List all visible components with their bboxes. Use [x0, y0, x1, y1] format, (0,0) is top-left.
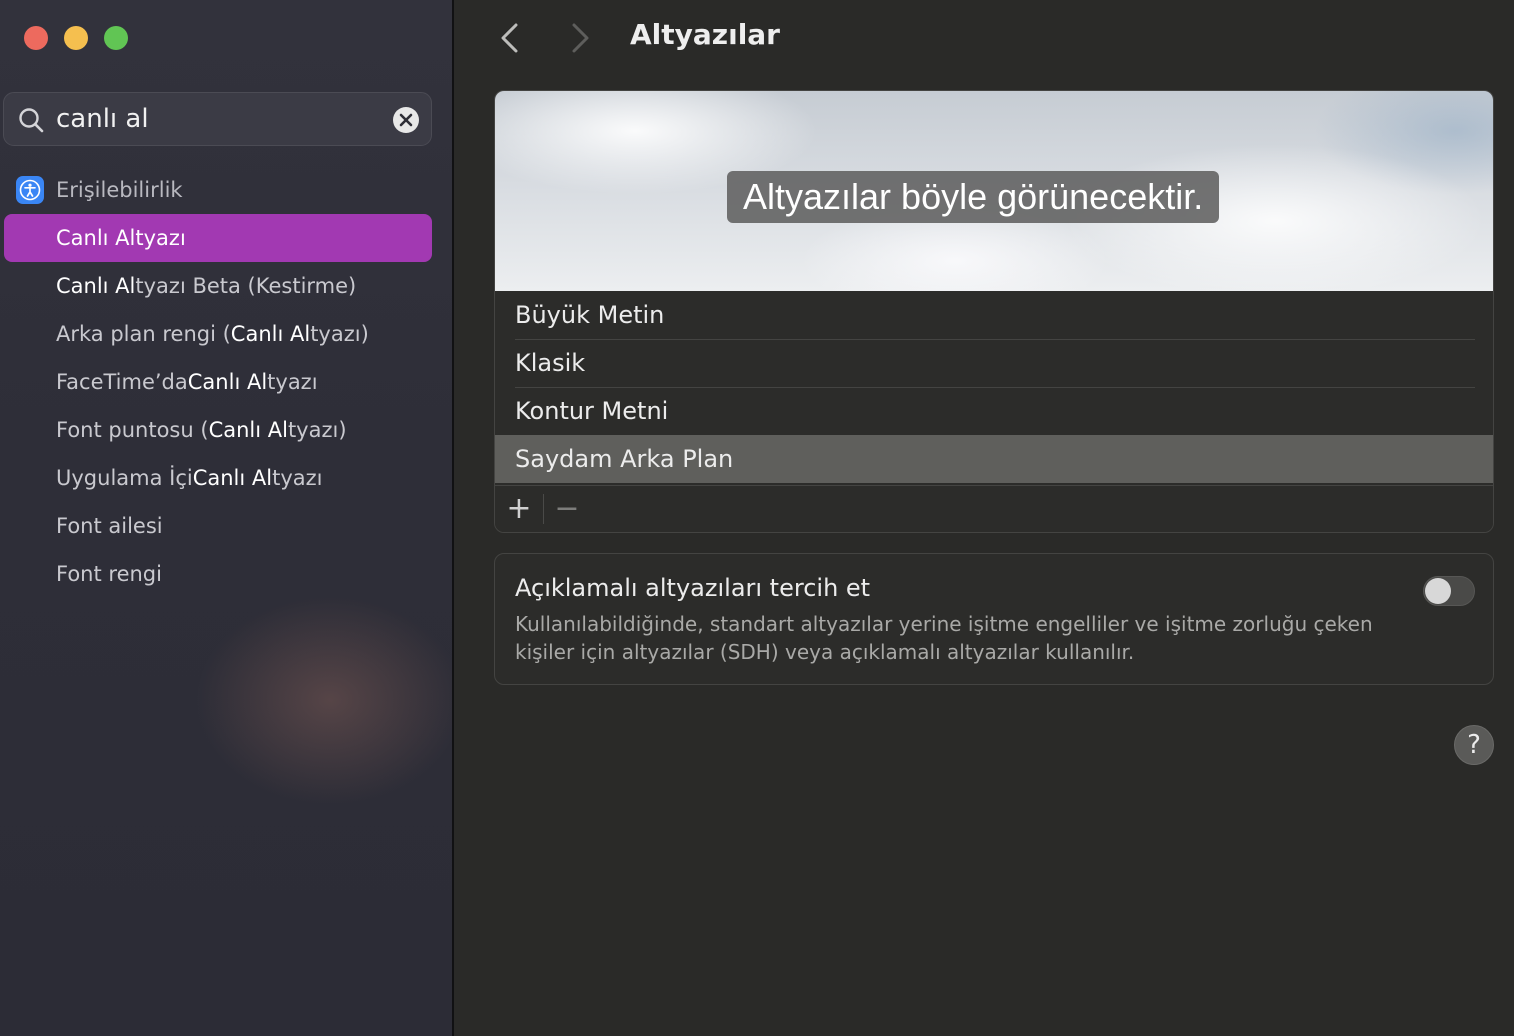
sdh-title: Açıklamalı altyazıları tercih et: [515, 574, 871, 602]
toolbar-separator: [543, 494, 544, 524]
toggle-knob: [1425, 578, 1451, 604]
clear-search-icon[interactable]: [393, 107, 419, 133]
sidebar-item[interactable]: Uygulama İçi Canlı Al tyazı: [4, 454, 432, 502]
sidebar-item[interactable]: Font rengi: [4, 550, 432, 598]
sidebar-item-label-hl: Canlı Al: [192, 466, 273, 490]
sidebar-item[interactable]: FaceTime’da Canlı Al tyazı: [4, 358, 432, 406]
accessibility-icon: [16, 176, 44, 204]
sidebar-item[interactable]: Canlı Al tyazı Beta (Kestirme): [4, 262, 432, 310]
style-row-label: Saydam Arka Plan: [515, 445, 734, 473]
zoom-window-button[interactable]: [104, 26, 128, 50]
close-window-button[interactable]: [24, 26, 48, 50]
minimize-window-button[interactable]: [64, 26, 88, 50]
sidebar: Erişilebilirlik Canlı AltyazıCanlı Altya…: [0, 0, 452, 1036]
search-icon: [18, 107, 44, 133]
sidebar-item-label-pre: Font puntosu (: [56, 418, 209, 442]
style-row[interactable]: Klasik: [495, 339, 1493, 387]
sidebar-item[interactable]: Canlı Al tyazı: [4, 214, 432, 262]
style-row-label: Kontur Metni: [515, 397, 669, 425]
sidebar-item[interactable]: Font puntosu (Canlı Al tyazı): [4, 406, 432, 454]
style-row-label: Klasik: [515, 349, 586, 377]
help-button[interactable]: ?: [1454, 725, 1494, 765]
search-field[interactable]: [3, 92, 432, 146]
sidebar-item[interactable]: Arka plan rengi (Canlı Al tyazı): [4, 310, 432, 358]
sdh-toggle[interactable]: [1423, 576, 1475, 606]
sidebar-item-label-post: tyazı): [287, 418, 347, 442]
caption-styles-panel: Altyazılar böyle görünecektir. Büyük Met…: [494, 90, 1494, 533]
sidebar-item-label-hl: Canlı Al: [230, 322, 311, 346]
sidebar-item-label-pre: Font rengi: [56, 562, 162, 586]
preview-caption-text: Altyazılar böyle görünecektir.: [727, 171, 1220, 223]
style-row-label: Büyük Metin: [515, 301, 665, 329]
sidebar-item-label-hl: Canlı Al: [56, 274, 136, 298]
sidebar-item-label-hl: Canlı Al: [187, 370, 268, 394]
sidebar-item-label-post: tyazı: [267, 370, 318, 394]
sidebar-item-label-post: tyazı: [135, 226, 186, 250]
sidebar-item-label-post: tyazı Beta (Kestirme): [135, 274, 357, 298]
sidebar-item-label-hl: Canlı Al: [208, 418, 288, 442]
caption-preview: Altyazılar böyle görünecektir.: [495, 91, 1493, 291]
search-input[interactable]: [56, 103, 376, 135]
style-row[interactable]: Kontur Metni: [495, 387, 1493, 435]
add-style-button[interactable]: +: [505, 492, 533, 526]
sidebar-item-label-post: tyazı: [272, 466, 323, 490]
sdh-description: Kullanılabildiğinde, standart altyazılar…: [515, 612, 1373, 664]
style-list: Büyük Metin Klasik Kontur Metni Saydam Arka…: [495, 291, 1493, 483]
style-row[interactable]: Büyük Metin: [495, 291, 1493, 339]
sidebar-item-label-pre: Font ailesi: [56, 514, 163, 538]
sidebar-item-label-pre: Uygulama İçi: [56, 466, 193, 490]
section-label: Erişilebilirlik: [56, 178, 183, 202]
list-toolbar: + −: [495, 485, 1493, 532]
sidebar-item-label-pre: Arka plan rengi (: [56, 322, 231, 346]
back-button[interactable]: [498, 22, 522, 54]
sidebar-divider: [452, 0, 454, 1036]
sidebar-item-label-pre: FaceTime’da: [56, 370, 188, 394]
sdh-panel: Açıklamalı altyazıları tercih et Kullanı…: [494, 553, 1494, 685]
section-accessibility[interactable]: Erişilebilirlik: [16, 174, 183, 206]
sidebar-item-label-hl: Canlı Al: [56, 226, 136, 250]
style-row[interactable]: Saydam Arka Plan: [495, 435, 1493, 483]
sidebar-item-label-post: tyazı): [310, 322, 369, 346]
forward-button[interactable]: [568, 22, 592, 54]
sidebar-item[interactable]: Font ailesi: [4, 502, 432, 550]
page-title: Altyazılar: [630, 18, 780, 51]
remove-style-button[interactable]: −: [553, 492, 581, 526]
